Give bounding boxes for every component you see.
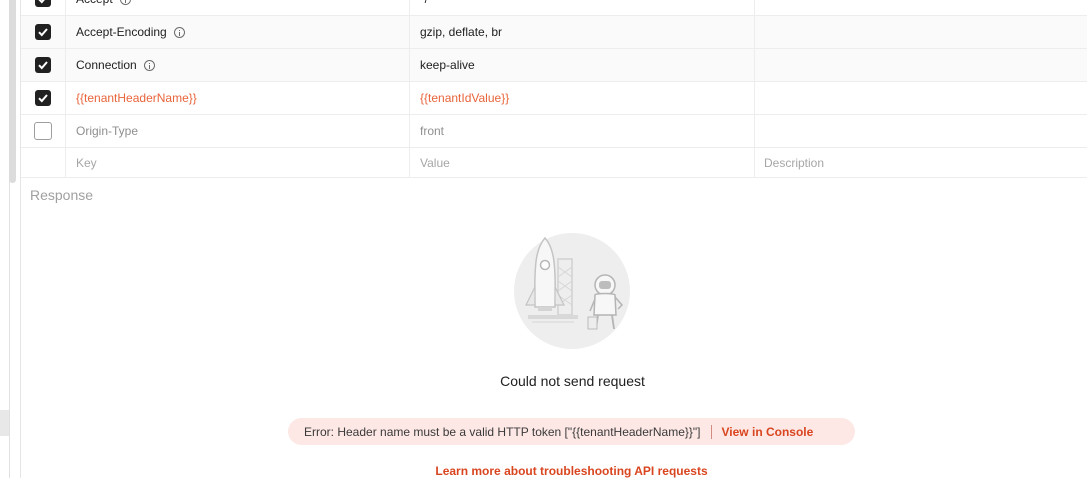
info-icon[interactable] <box>173 26 185 38</box>
value-cell[interactable]: gzip, deflate, br <box>411 16 755 48</box>
info-icon[interactable] <box>119 0 131 5</box>
troubleshooting-link[interactable]: Learn more about troubleshooting API req… <box>0 464 1087 478</box>
description-cell[interactable] <box>755 115 1087 147</box>
description-cell[interactable] <box>755 82 1087 114</box>
description-cell[interactable] <box>755 0 1087 15</box>
value-cell[interactable]: {{tenantIdValue}} <box>411 82 755 114</box>
view-in-console-link[interactable]: View in Console <box>722 425 814 439</box>
info-icon[interactable] <box>143 59 155 71</box>
value-text: {{tenantIdValue}} <box>420 91 510 105</box>
row-checkbox-cell <box>21 115 66 147</box>
value-text: keep-alive <box>420 58 475 72</box>
table-row: Accept */* <box>21 0 1087 16</box>
key-cell[interactable]: Accept <box>66 0 410 15</box>
checkmark-icon <box>38 94 48 103</box>
new-value-input[interactable]: Value <box>411 148 755 177</box>
value-text: */* <box>420 0 433 6</box>
row-checkbox-cell <box>21 0 66 15</box>
side-panel-handle[interactable] <box>0 410 9 436</box>
table-row: Connection keep-alive <box>21 49 1087 82</box>
key-cell[interactable]: Origin-Type <box>66 115 410 147</box>
key-cell[interactable]: Accept-Encoding <box>66 16 410 48</box>
table-row: Origin-Type front <box>21 115 1087 148</box>
new-header-row: Key Value Description <box>21 148 1087 178</box>
value-cell[interactable]: front <box>411 115 755 147</box>
divider <box>710 424 712 439</box>
row-checkbox-cell <box>21 49 66 81</box>
row-checkbox[interactable] <box>35 24 51 40</box>
row-checkbox[interactable] <box>35 90 51 106</box>
value-cell[interactable]: */* <box>411 0 755 15</box>
checkmark-icon <box>38 28 48 37</box>
key-text: Accept-Encoding <box>76 25 167 39</box>
description-cell[interactable] <box>755 16 1087 48</box>
key-text: Origin-Type <box>76 124 139 138</box>
table-row: Accept-Encoding gzip, deflate, br <box>21 16 1087 49</box>
key-cell[interactable]: Connection <box>66 49 410 81</box>
key-text: Accept <box>76 0 113 6</box>
row-checkbox[interactable] <box>35 0 51 7</box>
new-key-input[interactable]: Key <box>66 148 410 177</box>
checkmark-icon <box>38 61 48 70</box>
error-banner: Error: Header name must be a valid HTTP … <box>288 418 855 445</box>
checkmark-icon <box>38 0 45 4</box>
headers-table: Accept */* Accept-Encoding gzip, deflate… <box>21 0 1087 178</box>
value-text: gzip, deflate, br <box>420 25 503 39</box>
left-gutter <box>0 0 21 478</box>
row-checkbox-cell <box>21 82 66 114</box>
row-checkbox[interactable] <box>35 57 51 73</box>
rocket-astronaut-illustration <box>514 233 630 349</box>
row-checkbox[interactable] <box>34 122 52 140</box>
row-checkbox-cell <box>21 148 66 177</box>
key-placeholder: Key <box>76 155 97 170</box>
row-checkbox-cell <box>21 16 66 48</box>
value-text: front <box>420 124 445 138</box>
key-text: Connection <box>76 58 137 72</box>
value-cell[interactable]: keep-alive <box>411 49 755 81</box>
error-text: Error: Header name must be a valid HTTP … <box>304 424 701 439</box>
error-message: Could not send request <box>500 373 645 389</box>
description-placeholder: Description <box>764 155 825 170</box>
key-cell[interactable]: {{tenantHeaderName}} <box>66 82 410 114</box>
value-placeholder: Value <box>420 155 450 170</box>
scrollbar-thumb[interactable] <box>9 0 16 183</box>
key-text: {{tenantHeaderName}} <box>76 91 197 105</box>
new-description-input[interactable]: Description <box>755 148 1087 177</box>
description-cell[interactable] <box>755 49 1087 81</box>
table-row: {{tenantHeaderName}} {{tenantIdValue}} <box>21 82 1087 115</box>
response-label: Response <box>30 187 94 203</box>
